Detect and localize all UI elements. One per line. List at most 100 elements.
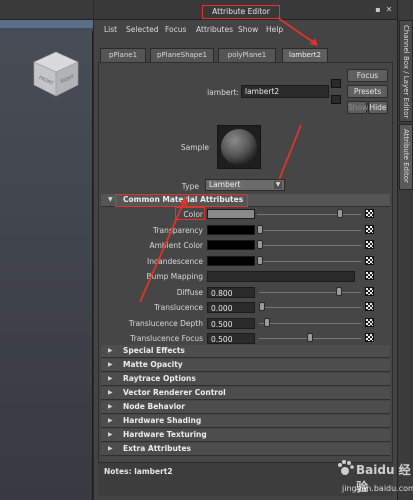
menubar: List Selected Focus Attributes Show Help [94, 22, 397, 38]
expand-triangle-icon: ▶ [108, 389, 113, 396]
attr-label: Translucence Focus [130, 334, 203, 343]
section-hardware-shading[interactable]: ▶ Hardware Shading [101, 415, 390, 428]
attr-slider-track[interactable] [257, 245, 361, 246]
attr-slider-handle[interactable] [335, 286, 342, 296]
baidu-watermark: Baidu 经验 jingyan.baidu.com [296, 455, 413, 500]
section-title: Hardware Texturing [123, 430, 207, 439]
type-dropdown-value: Lambert [209, 180, 241, 189]
attr-value-field[interactable]: 0.500 [207, 333, 255, 344]
node-type-label: lambert: [207, 88, 239, 97]
attribute-editor-title: Attribute Editor [202, 5, 280, 19]
menu-list[interactable]: List [104, 25, 117, 34]
attr-slider-handle[interactable] [257, 224, 263, 234]
map-button-icon[interactable] [365, 255, 374, 265]
attr-value-field[interactable]: 0.000 [207, 302, 255, 313]
focus-button[interactable]: Focus [347, 69, 388, 82]
section-hardware-texturing[interactable]: ▶ Hardware Texturing [101, 429, 390, 442]
attr-color-swatch[interactable] [207, 240, 255, 250]
type-dropdown[interactable]: Lambert ▼ [205, 179, 285, 191]
attr-slider-track[interactable] [257, 214, 361, 215]
close-panel-icon[interactable]: ✕ [385, 6, 393, 14]
section-title: Extra Attributes [123, 444, 192, 453]
attribute-editor-panel: Attribute Editor ▪ ✕ List Selected Focus… [94, 0, 397, 500]
viewport-header-bar [0, 20, 93, 28]
map-button-icon[interactable] [365, 286, 374, 296]
map-button-icon[interactable] [365, 224, 374, 234]
node-tabs: pPlane1 pPlaneShape1 polyPlane1 lambert2 [100, 48, 390, 62]
section-raytrace-options[interactable]: ▶ Raytrace Options [101, 373, 390, 386]
attr-color-swatch[interactable] [207, 255, 255, 266]
attribute-editor-titlebar: Attribute Editor ▪ ✕ [94, 0, 397, 20]
menu-show[interactable]: Show [238, 25, 258, 34]
attr-slider-handle[interactable] [259, 302, 265, 311]
menu-selected[interactable]: Selected [126, 25, 159, 34]
expand-triangle-icon: ▶ [108, 347, 113, 354]
section-vector-renderer-control[interactable]: ▶ Vector Renderer Control [101, 387, 390, 400]
attr-slider-track[interactable] [259, 322, 361, 324]
attr-slider-track[interactable] [259, 307, 361, 308]
presets-button[interactable]: Presets [347, 85, 388, 98]
attr-slider-track[interactable] [257, 229, 361, 231]
attr-color-swatch[interactable] [207, 224, 255, 235]
map-button-icon[interactable] [365, 317, 374, 327]
attr-value-field[interactable]: 0.500 [207, 317, 255, 329]
tab-polyplane1[interactable]: polyPlane1 [218, 48, 276, 62]
tab-channel-box-layer-editor[interactable]: Channel Box / Layer Editor [399, 20, 413, 122]
section-title: Special Effects [123, 346, 185, 355]
material-sample-swatch [217, 125, 261, 169]
menu-focus[interactable]: Focus [165, 25, 186, 34]
section-node-behavior[interactable]: ▶ Node Behavior [101, 401, 390, 414]
attr-slider-track[interactable] [257, 260, 361, 262]
attr-slider-handle[interactable] [263, 317, 270, 327]
viewcube[interactable]: FRONT RIGHT [30, 48, 82, 100]
attr-label: Translucence Depth [128, 318, 203, 328]
section-title: Raytrace Options [123, 374, 196, 383]
float-panel-icon[interactable]: ▪ [374, 6, 382, 14]
section-title: Node Behavior [123, 402, 186, 411]
paw-logo-icon [338, 460, 354, 475]
section-special-effects[interactable]: ▶ Special Effects [101, 345, 390, 358]
attr-slider-handle[interactable] [257, 240, 263, 249]
input-connections-icon[interactable] [331, 79, 341, 88]
section-title: Hardware Shading [123, 416, 202, 425]
expand-triangle-icon: ▶ [108, 361, 113, 368]
hide-button[interactable]: Hide [368, 101, 388, 114]
annotation-arrow-tab [277, 17, 318, 46]
section-title: Matte Opacity [123, 360, 183, 369]
collapse-triangle-icon: ▼ [108, 196, 113, 203]
map-button-icon[interactable] [365, 333, 374, 342]
attr-slider-handle[interactable] [337, 209, 343, 218]
tab-lambert2[interactable]: lambert2 [282, 48, 328, 62]
expand-triangle-icon: ▶ [108, 431, 113, 438]
attr-slider-handle[interactable] [307, 333, 313, 342]
tab-label: Channel Box / Layer Editor [402, 25, 410, 119]
map-button-icon[interactable] [365, 240, 374, 249]
attr-slider-track[interactable] [259, 291, 361, 293]
expand-triangle-icon: ▶ [108, 375, 113, 382]
viewport-strip [0, 28, 93, 31]
annotation-arrow-color [139, 196, 187, 303]
map-button-icon[interactable] [365, 302, 374, 311]
output-connections-icon[interactable] [331, 95, 341, 104]
menu-attributes[interactable]: Attributes [196, 25, 233, 34]
section-title: Vector Renderer Control [123, 388, 226, 397]
chevron-down-icon: ▼ [274, 181, 282, 189]
tab-label: Attribute Editor [402, 129, 410, 183]
map-button-icon[interactable] [365, 271, 374, 280]
expand-triangle-icon: ▶ [108, 417, 113, 424]
viewport-toolbar [0, 0, 93, 20]
attr-slider-handle[interactable] [257, 255, 263, 265]
tab-attribute-editor-side[interactable]: Attribute Editor [399, 124, 413, 190]
tab-pplane1[interactable]: pPlane1 [100, 48, 146, 62]
map-button-icon[interactable] [365, 209, 374, 218]
show-button[interactable]: Show [347, 101, 368, 114]
expand-triangle-icon: ▶ [108, 403, 113, 410]
attr-map-field[interactable] [207, 271, 355, 282]
section-matte-opacity[interactable]: ▶ Matte Opacity [101, 359, 390, 372]
notes-label: Notes: lambert2 [104, 467, 173, 476]
node-name-field[interactable]: lambert2 [241, 85, 329, 98]
tab-pplaneshape1[interactable]: pPlaneShape1 [150, 48, 214, 62]
attr-color-swatch[interactable] [207, 209, 255, 219]
viewport-panel[interactable]: FRONT RIGHT [0, 0, 93, 500]
attr-value-field[interactable]: 0.800 [207, 286, 255, 298]
